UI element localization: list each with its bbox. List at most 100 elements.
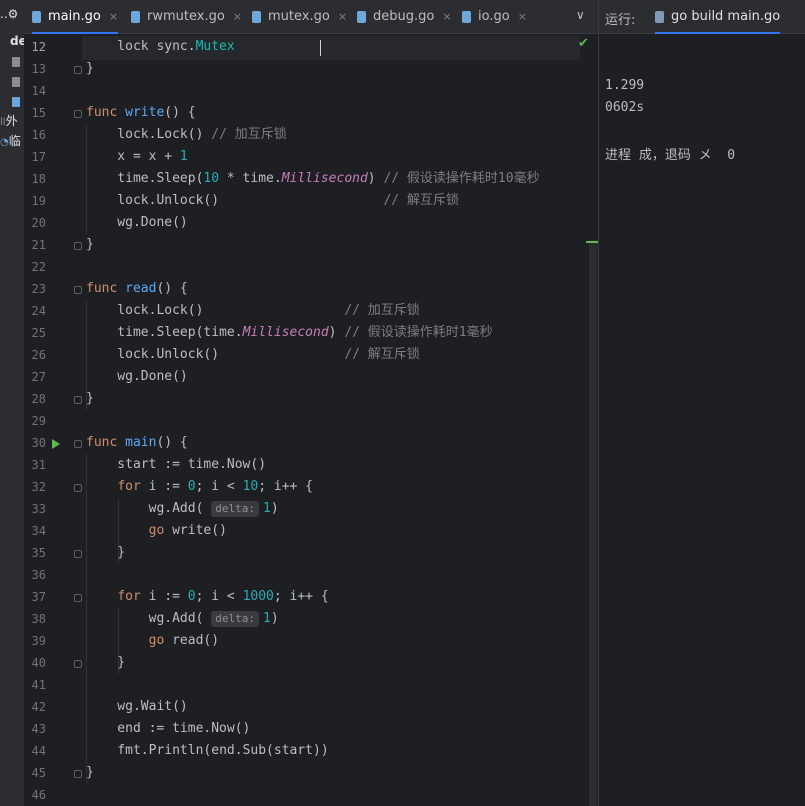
line-number: 25 — [31, 326, 46, 340]
line-number: 20 — [31, 216, 46, 230]
line-number: 34 — [31, 524, 46, 538]
code-line[interactable]: func read() { — [86, 278, 188, 300]
scratches-item[interactable]: ◔临 — [0, 132, 21, 149]
code-line[interactable]: fmt.Println(end.Sub(start)) — [86, 740, 328, 762]
code-line[interactable]: time.Sleep(10 * time.Millisecond) // 假设读… — [86, 168, 539, 190]
line-number: 33 — [31, 502, 46, 516]
fold-icon[interactable] — [74, 110, 82, 118]
text-caret — [320, 40, 321, 56]
go-file-icon — [462, 10, 471, 23]
project-toolbar[interactable]: ..⚙ — [0, 7, 18, 21]
external-libraries-item[interactable]: ll外 — [0, 112, 18, 129]
tab-debug-go[interactable]: debug.go × — [357, 0, 452, 33]
go-file-icon — [357, 10, 366, 23]
code-line[interactable]: wg.Wait() — [86, 696, 187, 718]
line-number: 43 — [31, 722, 46, 736]
tab-rwmutex-go[interactable]: rwmutex.go × — [131, 0, 242, 33]
code-line[interactable]: go read() — [86, 630, 219, 652]
line-number: 27 — [31, 370, 46, 384]
code-line[interactable]: lock.Lock() // 加互斥锁 — [86, 300, 420, 322]
code-line[interactable]: func main() { — [86, 432, 188, 454]
code-line[interactable]: lock.Unlock() // 解互斥锁 — [86, 344, 420, 366]
code-line[interactable]: } — [86, 234, 94, 256]
line-number: 13 — [31, 62, 46, 76]
code-line[interactable]: go write() — [86, 520, 227, 542]
line-number: 36 — [31, 568, 46, 582]
close-icon[interactable]: × — [518, 10, 527, 23]
line-number: 23 — [31, 282, 46, 296]
code-line[interactable]: for i := 0; i < 1000; i++ { — [86, 586, 328, 608]
close-icon[interactable]: × — [233, 10, 242, 23]
line-number: 19 — [31, 194, 46, 208]
line-number: 17 — [31, 150, 46, 164]
tab-label: debug.go — [373, 9, 435, 24]
code-line[interactable]: wg.Done() — [86, 366, 187, 388]
tab-label: io.go — [478, 9, 510, 24]
code-line[interactable]: lock.Lock() // 加互斥锁 — [86, 124, 286, 146]
fold-icon[interactable] — [74, 594, 82, 602]
file-icon[interactable] — [12, 74, 20, 88]
line-number: 24 — [31, 304, 46, 318]
code-line[interactable]: for i := 0; i < 10; i++ { — [86, 476, 313, 498]
line-number: 30 — [31, 436, 46, 450]
line-number: 45 — [31, 766, 46, 780]
fold-icon[interactable] — [74, 440, 82, 448]
fold-icon[interactable] — [74, 396, 82, 404]
line-number: 18 — [31, 172, 46, 186]
code-line[interactable]: } — [86, 542, 125, 564]
tab-label: rwmutex.go — [147, 9, 225, 24]
code-line[interactable]: } — [86, 388, 94, 410]
fold-icon[interactable] — [74, 550, 82, 558]
code-line[interactable]: start := time.Now() — [86, 454, 266, 476]
run-tab-label: go build main.go — [671, 9, 781, 24]
code-line[interactable]: func write() { — [86, 102, 196, 124]
fold-icon[interactable] — [74, 770, 82, 778]
check-icon[interactable]: ✔ — [578, 36, 589, 51]
fold-icon[interactable] — [74, 286, 82, 294]
line-number: 37 — [31, 590, 46, 604]
project-root-item[interactable]: de — [10, 34, 24, 48]
go-file-icon[interactable] — [12, 94, 20, 108]
line-number: 21 — [31, 238, 46, 252]
code-line[interactable]: wg.Done() — [86, 212, 187, 234]
chevron-down-icon[interactable]: ∨ — [576, 8, 585, 22]
code-line[interactable]: } — [86, 762, 94, 784]
code-line[interactable]: time.Sleep(time.Millisecond) // 假设读操作耗时1… — [86, 322, 492, 344]
line-number: 41 — [31, 678, 46, 692]
code-line[interactable]: x = x + 1 — [86, 146, 187, 168]
fold-icon[interactable] — [74, 484, 82, 492]
code-line[interactable]: } — [86, 58, 94, 80]
tab-run-config[interactable]: go build main.go — [655, 0, 781, 34]
file-icon[interactable] — [12, 54, 20, 68]
code-line[interactable]: wg.Add( delta: 1) — [86, 498, 279, 520]
scroll-marker — [586, 241, 598, 243]
line-number: 22 — [31, 260, 46, 274]
line-number: 29 — [31, 414, 46, 428]
run-gutter-icon[interactable] — [52, 439, 60, 449]
tab-mutex-go[interactable]: mutex.go × — [252, 0, 347, 33]
code-line[interactable]: end := time.Now() — [86, 718, 250, 740]
close-icon[interactable]: × — [338, 10, 347, 23]
editor-tab-bar: main.go × rwmutex.go × mutex.go × debug.… — [24, 0, 615, 34]
tab-main-go[interactable]: main.go × — [32, 0, 119, 34]
line-number: 16 — [31, 128, 46, 142]
tab-io-go[interactable]: io.go × — [462, 0, 527, 33]
code-line[interactable]: } — [86, 652, 125, 674]
editor-scrollbar[interactable] — [589, 240, 597, 806]
line-number: 15 — [31, 106, 46, 120]
project-panel-strip: ..⚙ de ll外 ◔临 — [0, 0, 24, 806]
fold-icon[interactable] — [74, 660, 82, 668]
close-icon[interactable]: × — [442, 10, 451, 23]
go-file-icon — [32, 10, 41, 23]
code-editor[interactable]: lock sync.Mutex } func write() { lock.Lo… — [82, 34, 598, 806]
run-label: 运行: — [605, 13, 636, 28]
line-number: 31 — [31, 458, 46, 472]
code-line[interactable]: lock.Unlock() // 解互斥锁 — [86, 190, 459, 212]
fold-icon[interactable] — [74, 66, 82, 74]
fold-icon[interactable] — [74, 242, 82, 250]
line-number: 32 — [31, 480, 46, 494]
code-line[interactable]: wg.Add( delta: 1) — [86, 608, 279, 630]
code-line[interactable]: lock sync.Mutex — [86, 36, 234, 58]
tab-label: mutex.go — [268, 9, 330, 24]
close-icon[interactable]: × — [109, 10, 118, 23]
